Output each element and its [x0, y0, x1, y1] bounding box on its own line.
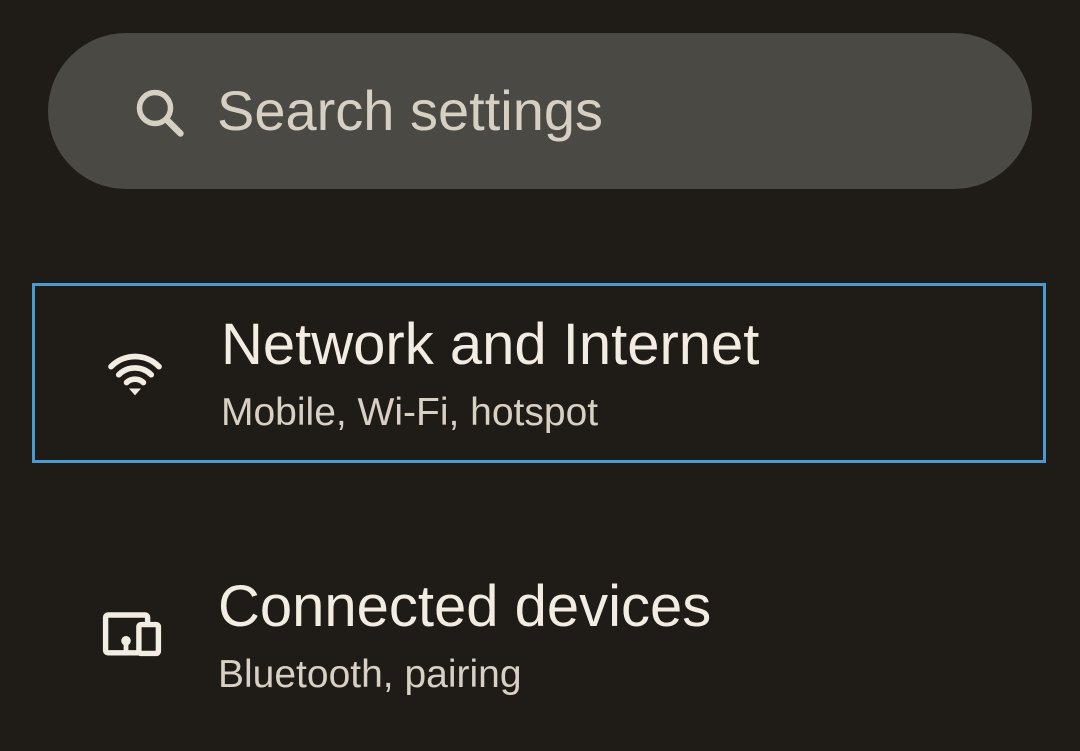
item-title: Connected devices — [218, 574, 712, 639]
wifi-icon — [99, 336, 171, 408]
search-icon — [130, 83, 190, 143]
search-placeholder: Search settings — [217, 79, 603, 142]
item-subtitle: Mobile, Wi-Fi, hotspot — [221, 391, 599, 434]
connected-devices-icon — [96, 597, 168, 669]
settings-item-connected-devices[interactable]: Connected devices Bluetooth, pairing — [32, 550, 1046, 730]
item-title: Network and Internet — [221, 312, 760, 377]
settings-item-network-and-internet[interactable]: Network and Internet Mobile, Wi-Fi, hots… — [32, 283, 1046, 463]
item-subtitle: Bluetooth, pairing — [218, 653, 522, 696]
search-bar[interactable]: Search settings — [48, 33, 1032, 189]
